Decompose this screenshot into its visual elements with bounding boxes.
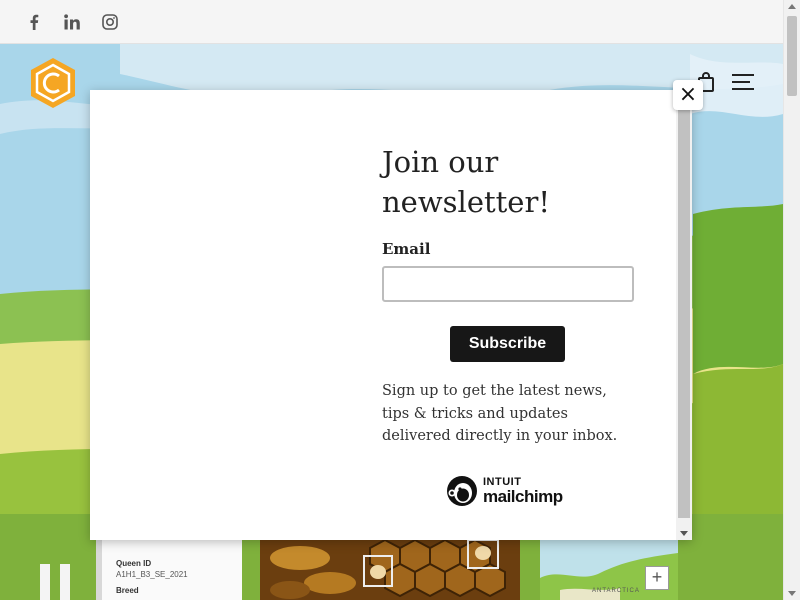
hexagon-logo-icon[interactable] [28, 56, 78, 110]
queen-id-label: Queen ID [116, 559, 152, 568]
map-region-label: ANTARCTICA [592, 588, 640, 594]
map-zoom-in-button[interactable]: + [645, 566, 669, 590]
close-icon[interactable]: × [673, 80, 703, 110]
facebook-icon[interactable] [24, 12, 44, 32]
modal-scroll-down-arrow-icon[interactable] [680, 531, 688, 536]
map-card[interactable]: + ANTARCTICA [540, 538, 678, 600]
modal-scrollbar[interactable] [676, 90, 692, 540]
scroll-down-arrow-icon[interactable] [788, 591, 796, 596]
page-scrollbar[interactable] [783, 0, 800, 600]
breed-label: Breed [116, 586, 139, 595]
queen-id-value: A1H1_B3_SE_2021 [116, 570, 188, 579]
page-scrollbar-thumb[interactable] [787, 16, 797, 96]
newsletter-modal: Join our newsletter! Email Subscribe Sig… [90, 90, 692, 540]
social-bar [0, 0, 783, 44]
mailchimp-wordmark: mailchimp [483, 487, 563, 506]
newsletter-description: Sign up to get the latest news, tips & t… [382, 383, 618, 444]
mailchimp-badge[interactable]: INTUIT mailchimp [445, 473, 563, 509]
mailchimp-logo-icon [447, 476, 477, 506]
newsletter-title: Join our newsletter! [382, 145, 550, 219]
email-label: Email [382, 240, 431, 258]
scroll-up-arrow-icon[interactable] [788, 4, 796, 9]
instagram-icon[interactable] [100, 12, 120, 32]
email-field[interactable] [382, 266, 634, 302]
linkedin-icon[interactable] [62, 12, 82, 32]
hamburger-menu-icon[interactable] [732, 74, 754, 90]
queen-card[interactable]: Queen ID A1H1_B3_SE_2021 Breed [96, 538, 242, 600]
modal-scrollbar-thumb[interactable] [678, 98, 690, 518]
subscribe-button[interactable]: Subscribe [450, 326, 565, 362]
honeycomb-image[interactable] [260, 538, 520, 600]
